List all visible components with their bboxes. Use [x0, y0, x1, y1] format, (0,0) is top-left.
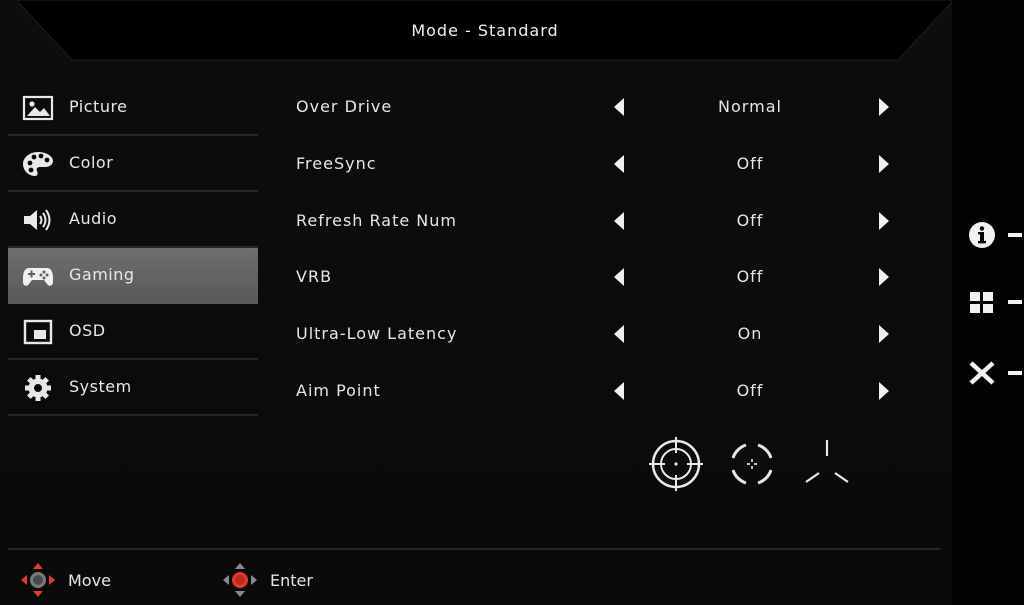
arrow-left-icon[interactable]	[614, 154, 624, 173]
nav-item-system[interactable]: System	[8, 360, 258, 416]
nav-label-system: System	[69, 377, 132, 396]
palette-icon	[23, 152, 53, 176]
footer-divider	[8, 548, 940, 550]
setting-label: Ultra-Low Latency	[296, 324, 458, 344]
arrow-right-icon[interactable]	[879, 154, 889, 173]
enter-hint: Enter	[222, 562, 332, 598]
nav-label-osd: OSD	[69, 321, 106, 340]
setting-value: Off	[736, 267, 764, 287]
button-dash	[1008, 300, 1022, 304]
setting-label: Aim Point	[296, 380, 381, 400]
setting-label: VRB	[296, 267, 333, 287]
gaming-settings-list: Over Drive Normal FreeSync Off Refresh R…	[280, 80, 920, 421]
button-dash	[1008, 233, 1022, 237]
aim-point-options	[648, 436, 858, 496]
nav-label-picture: Picture	[69, 97, 128, 116]
monitor-osd-screen: Mode - Standard Picture Color Audio Gami…	[0, 0, 1024, 605]
setting-row-vrb[interactable]: VRB Off	[280, 250, 920, 307]
setting-row-ultra-low-latency[interactable]: Ultra-Low Latency On	[280, 307, 920, 364]
arrow-left-icon[interactable]	[614, 325, 624, 344]
setting-value: Off	[736, 153, 764, 173]
crosshair-dashed-circle-icon[interactable]	[724, 436, 780, 492]
category-nav: Picture Color Audio Gaming OSD System	[8, 80, 258, 416]
nav-item-picture[interactable]: Picture	[8, 80, 258, 136]
arrow-left-icon[interactable]	[614, 211, 624, 230]
arrow-right-icon[interactable]	[879, 98, 889, 116]
setting-label: FreeSync	[296, 153, 377, 173]
enter-label: Enter	[270, 571, 313, 590]
setting-row-aim-point[interactable]: Aim Point Off	[280, 364, 920, 421]
arrow-left-icon[interactable]	[614, 268, 624, 287]
move-label: Move	[68, 571, 111, 590]
nav-item-gaming[interactable]: Gaming	[8, 248, 258, 304]
modes-button[interactable]	[966, 285, 1024, 319]
arrow-right-icon[interactable]	[879, 211, 889, 230]
setting-row-freesync[interactable]: FreeSync Off	[280, 137, 920, 194]
button-dash	[1008, 371, 1022, 375]
crosshair-tri-icon[interactable]	[800, 436, 856, 492]
nav-label-color: Color	[69, 153, 114, 172]
osd-menu-panel: Mode - Standard Picture Color Audio Gami…	[0, 0, 952, 605]
arrow-right-icon[interactable]	[879, 268, 889, 287]
gear-icon	[25, 375, 51, 401]
setting-label: Refresh Rate Num	[296, 210, 457, 230]
setting-value: Normal	[718, 97, 782, 116]
crosshair-circle-icon[interactable]	[648, 436, 704, 492]
setting-row-refresh-rate-num[interactable]: Refresh Rate Num Off	[280, 194, 920, 251]
setting-label: Over Drive	[296, 97, 393, 116]
setting-value: Off	[736, 210, 764, 230]
mode-title: Mode - Standard	[411, 21, 559, 40]
close-icon	[969, 361, 995, 385]
nav-item-audio[interactable]: Audio	[8, 192, 258, 248]
arrow-left-icon[interactable]	[614, 381, 624, 400]
setting-value: Off	[736, 380, 764, 400]
nav-item-color[interactable]: Color	[8, 136, 258, 192]
arrow-right-icon[interactable]	[879, 381, 889, 400]
close-button[interactable]	[966, 356, 1024, 390]
info-button[interactable]	[966, 218, 1024, 252]
osd-window-icon	[23, 319, 53, 345]
arrow-right-icon[interactable]	[879, 325, 889, 344]
gamepad-icon	[23, 268, 53, 286]
speaker-icon	[24, 209, 51, 231]
dpad-move-icon	[21, 563, 55, 597]
info-icon	[969, 222, 995, 248]
setting-row-over-drive[interactable]: Over Drive Normal	[280, 80, 920, 137]
grid-icon	[970, 292, 993, 313]
arrow-left-icon[interactable]	[614, 98, 624, 116]
nav-label-audio: Audio	[69, 209, 117, 228]
picture-icon	[22, 95, 54, 121]
nav-label-gaming: Gaming	[69, 265, 135, 284]
setting-value: On	[737, 324, 763, 344]
nav-item-osd[interactable]: OSD	[8, 304, 258, 360]
dpad-enter-icon	[223, 563, 257, 597]
move-hint: Move	[20, 562, 120, 598]
osd-header: Mode - Standard	[18, 0, 952, 62]
